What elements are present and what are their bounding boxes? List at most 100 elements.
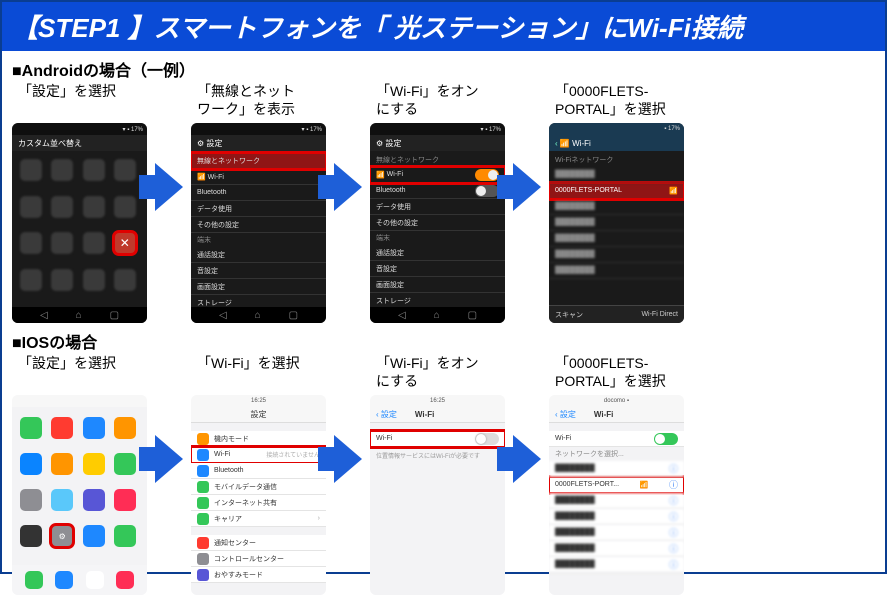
home-icon[interactable]: ⌂ — [434, 310, 440, 321]
list-item[interactable]: 画面設定 — [370, 277, 505, 293]
list-item[interactable]: Bluetooth — [191, 185, 326, 201]
app-icon[interactable] — [51, 232, 73, 254]
list-item[interactable]: ストレージ — [191, 295, 326, 307]
app-icon[interactable] — [83, 489, 105, 511]
app-icon[interactable] — [114, 489, 136, 511]
recent-icon[interactable]: ▢ — [468, 310, 477, 321]
wifi-network-row[interactable]: ████████ — [549, 215, 684, 231]
app-icon[interactable] — [20, 232, 42, 254]
wifi-toggle[interactable] — [475, 169, 499, 181]
list-item[interactable]: キャリア› — [191, 511, 326, 527]
list-item[interactable]: インターネット共有 — [191, 495, 326, 511]
wifi-network-row[interactable]: ████████ⓘ — [549, 525, 684, 541]
info-icon[interactable]: ⓘ — [669, 510, 678, 523]
back-button[interactable]: ‹ 設定 — [555, 409, 576, 420]
flets-portal-row[interactable]: 0000FLETS-PORTAL📶 — [549, 183, 684, 199]
list-item[interactable]: データ使用 — [370, 199, 505, 215]
back-icon[interactable]: ◁ — [40, 310, 48, 321]
home-icon[interactable]: ⌂ — [255, 310, 261, 321]
list-item[interactable]: 📶 Wi-Fi — [191, 169, 326, 185]
list-item[interactable]: その他の設定 — [370, 215, 505, 231]
list-item[interactable]: 音設定 — [370, 261, 505, 277]
app-icon[interactable] — [20, 453, 42, 475]
app-icon[interactable] — [51, 196, 73, 218]
app-icon[interactable] — [83, 232, 105, 254]
list-item[interactable]: ストレージ — [370, 293, 505, 307]
info-icon[interactable]: ⓘ — [669, 478, 678, 491]
wifi-network-row[interactable]: ████████ — [549, 231, 684, 247]
back-icon[interactable]: ◁ — [219, 310, 227, 321]
app-icon[interactable] — [20, 489, 42, 511]
list-item[interactable]: 機内モード — [191, 431, 326, 447]
app-icon[interactable] — [114, 159, 136, 181]
list-item[interactable]: データ使用 — [191, 201, 326, 217]
info-icon[interactable]: ⓘ — [669, 526, 678, 539]
list-item[interactable]: 画面設定 — [191, 279, 326, 295]
wifi-network-row[interactable]: ████████ — [549, 167, 684, 183]
list-item[interactable]: 音設定 — [191, 263, 326, 279]
wireless-network-row[interactable]: 無線とネットワーク — [191, 153, 326, 169]
wifi-network-row[interactable]: ████████ — [549, 263, 684, 279]
wifi-settings-row[interactable]: Wi-Fi接続されていません — [191, 447, 326, 463]
app-icon[interactable] — [20, 269, 42, 291]
app-icon[interactable] — [51, 269, 73, 291]
settings-app-icon[interactable]: ✕ — [114, 232, 136, 254]
list-item[interactable]: 通話設定 — [370, 245, 505, 261]
wifi-toggle[interactable] — [654, 433, 678, 445]
app-icon[interactable] — [83, 159, 105, 181]
android-step-4: 「0000FLETS- PORTAL」を選択 ▪ 17% ‹ 📶 Wi-Fi W… — [549, 83, 684, 323]
flets-portal-row[interactable]: 0000FLETS-PORT...📶ⓘ — [549, 477, 684, 493]
list-item[interactable]: モバイルデータ通信 — [191, 479, 326, 495]
app-icon[interactable] — [51, 489, 73, 511]
app-icon[interactable] — [114, 525, 136, 547]
app-icon[interactable] — [83, 269, 105, 291]
app-icon[interactable] — [83, 196, 105, 218]
app-icon[interactable] — [20, 417, 42, 439]
wifi-network-row[interactable]: ████████ⓘ — [549, 541, 684, 557]
list-item[interactable]: 通知センター — [191, 535, 326, 551]
wifi-network-row[interactable]: ████████ — [549, 247, 684, 263]
settings-app-icon[interactable]: ⚙ — [51, 525, 73, 547]
wifi-toggle-row[interactable]: Wi-Fi — [370, 431, 505, 447]
wifi-toggle[interactable] — [475, 433, 499, 445]
wifi-network-row[interactable]: ████████ⓘ — [549, 493, 684, 509]
app-icon[interactable] — [20, 159, 42, 181]
info-icon[interactable]: ⓘ — [669, 542, 678, 555]
info-icon[interactable]: ⓘ — [669, 558, 678, 571]
list-item[interactable]: Bluetooth — [370, 183, 505, 199]
recent-icon[interactable]: ▢ — [289, 310, 298, 321]
scan-button[interactable]: スキャン — [555, 310, 583, 320]
info-icon[interactable]: ⓘ — [669, 462, 678, 475]
app-icon[interactable] — [51, 453, 73, 475]
app-icon[interactable] — [51, 417, 73, 439]
app-icon[interactable] — [51, 159, 73, 181]
list-item[interactable]: Bluetooth — [191, 463, 326, 479]
list-item[interactable]: その他の設定 — [191, 217, 326, 233]
app-icon[interactable] — [20, 525, 42, 547]
back-icon[interactable]: ◁ — [398, 310, 406, 321]
app-icon[interactable] — [114, 417, 136, 439]
wifi-toggle-row[interactable]: Wi-Fi — [549, 431, 684, 447]
app-icon[interactable] — [114, 196, 136, 218]
wifi-toggle-row[interactable]: 📶 Wi-Fi — [370, 167, 505, 183]
info-icon[interactable]: ⓘ — [669, 494, 678, 507]
home-icon[interactable]: ⌂ — [76, 310, 82, 321]
app-icon[interactable] — [114, 269, 136, 291]
app-icon[interactable] — [20, 196, 42, 218]
wifi-network-row[interactable]: ████████ⓘ — [549, 509, 684, 525]
wifi-direct-button[interactable]: Wi-Fi Direct — [641, 311, 678, 318]
app-icon[interactable] — [83, 417, 105, 439]
wifi-network-row[interactable]: ████████ⓘ — [549, 461, 684, 477]
app-icon[interactable] — [114, 453, 136, 475]
wifi-network-row[interactable]: ████████ — [549, 199, 684, 215]
recent-icon[interactable]: ▢ — [110, 310, 119, 321]
back-button[interactable]: ‹ 設定 — [376, 409, 397, 420]
list-item[interactable]: おやすみモード — [191, 567, 326, 583]
list-item[interactable]: コントロールセンター — [191, 551, 326, 567]
list-item[interactable]: 通話設定 — [191, 247, 326, 263]
bt-toggle[interactable] — [475, 185, 499, 197]
wifi-network-row[interactable]: ████████ⓘ — [549, 557, 684, 573]
app-icon[interactable] — [83, 453, 105, 475]
app-icon[interactable] — [83, 525, 105, 547]
back-icon[interactable]: ‹ — [555, 139, 558, 148]
